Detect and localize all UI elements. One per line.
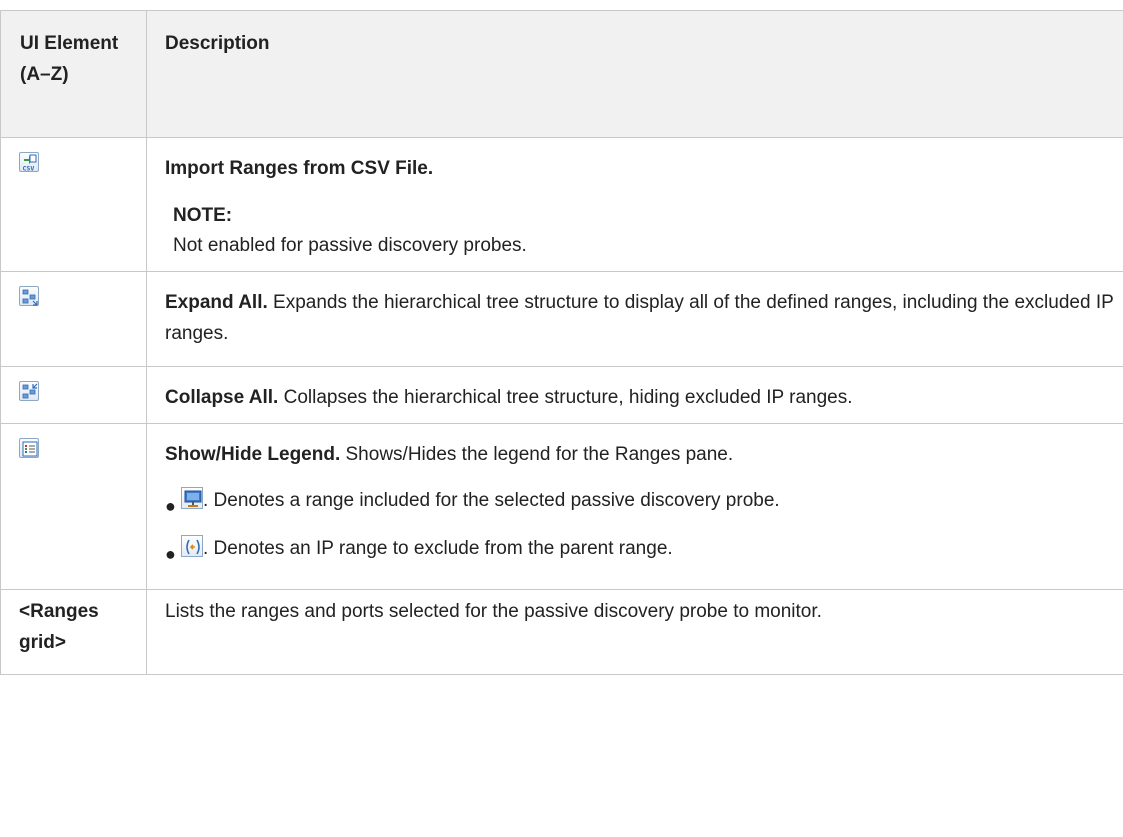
expand-all-icon	[19, 286, 39, 306]
import-csv-icon: CSV	[19, 152, 39, 173]
description-cell: Import Ranges from CSV File. NOTE: Not e…	[146, 137, 1123, 272]
import-csv-title: Import Ranges from CSV File.	[165, 158, 434, 179]
ranges-grid-text: Lists the ranges and ports selected for …	[165, 601, 822, 622]
description-cell: Collapse All. Collapses the hierarchical…	[146, 366, 1123, 424]
legend-title: Show/Hide Legend.	[165, 444, 341, 465]
bullet-icon: ●	[165, 496, 176, 516]
table-row: <Ranges grid> Lists the ranges and ports…	[0, 589, 1123, 675]
element-cell	[0, 271, 147, 367]
legend-list: ● . Denotes a range included for the sel…	[165, 482, 1117, 568]
list-item: ● . Denotes an IP range to exclude from …	[165, 530, 1117, 568]
note-text: Not enabled for passive discovery probes…	[173, 235, 527, 256]
header-ui-element: UI Element (A–Z)	[0, 10, 147, 138]
element-cell: CSV	[0, 137, 147, 272]
legend-icon	[19, 438, 39, 458]
legend-item-text: . Denotes an IP range to exclude from th…	[203, 538, 673, 559]
svg-text:CSV: CSV	[23, 165, 35, 173]
ranges-grid-label: <Ranges grid>	[19, 601, 99, 653]
excluded-range-icon	[181, 535, 203, 557]
collapse-all-text: Collapses the hierarchical tree structur…	[278, 387, 853, 408]
collapse-all-title: Collapse All.	[165, 387, 279, 408]
table-row: Collapse All. Collapses the hierarchical…	[0, 366, 1123, 424]
header-ui-element-label: UI Element (A–Z)	[20, 33, 119, 85]
note-title: NOTE:	[173, 205, 233, 226]
list-item: ● . Denotes a range included for the sel…	[165, 482, 1117, 520]
expand-all-title: Expand All.	[165, 292, 268, 313]
legend-item-text: . Denotes a range included for the selec…	[203, 490, 780, 511]
element-cell	[0, 423, 147, 590]
table-row: Show/Hide Legend. Shows/Hides the legend…	[0, 423, 1123, 590]
table-header-row: UI Element (A–Z) Description	[0, 10, 1123, 138]
collapse-all-icon	[19, 381, 39, 401]
expand-all-text: Expands the hierarchical tree structure …	[165, 292, 1114, 344]
header-description-label: Description	[165, 33, 270, 54]
ui-elements-table: UI Element (A–Z) Description CSV Import …	[0, 10, 1123, 675]
table-row: Expand All. Expands the hierarchical tre…	[0, 271, 1123, 367]
description-cell: Lists the ranges and ports selected for …	[146, 589, 1123, 675]
bullet-icon: ●	[165, 544, 176, 564]
element-cell: <Ranges grid>	[0, 589, 147, 675]
legend-text: Shows/Hides the legend for the Ranges pa…	[340, 444, 734, 465]
note-block: NOTE: Not enabled for passive discovery …	[165, 201, 1117, 261]
included-range-icon	[181, 487, 203, 509]
header-description: Description	[146, 10, 1123, 138]
description-cell: Expand All. Expands the hierarchical tre…	[146, 271, 1123, 367]
table-row: CSV Import Ranges from CSV File. NOTE: N…	[0, 137, 1123, 272]
element-cell	[0, 366, 147, 424]
description-cell: Show/Hide Legend. Shows/Hides the legend…	[146, 423, 1123, 590]
